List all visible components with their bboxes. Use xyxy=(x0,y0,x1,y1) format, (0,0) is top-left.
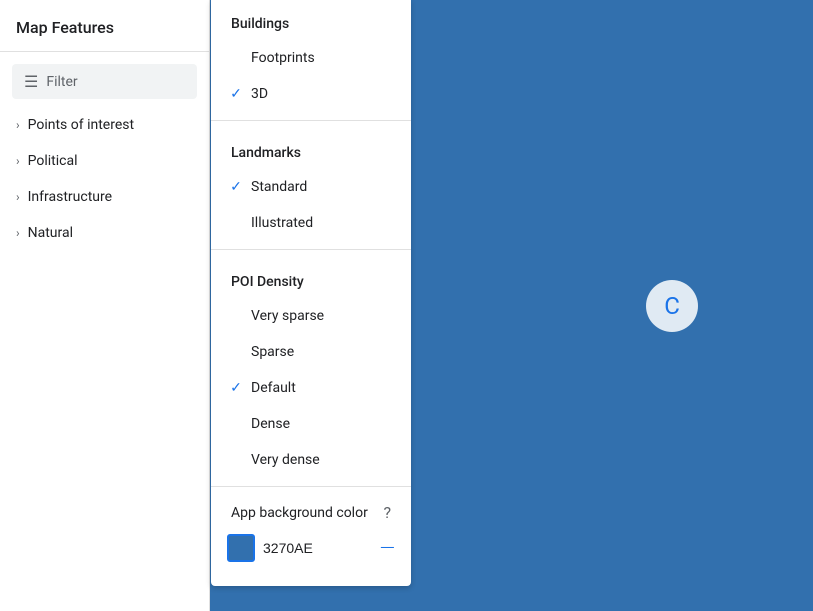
sidebar-title: Map Features xyxy=(0,0,209,52)
very-sparse-label: Very sparse xyxy=(251,308,324,324)
color-input[interactable] xyxy=(263,538,333,558)
filter-bar[interactable]: ☰ Filter xyxy=(12,64,197,99)
chevron-icon: › xyxy=(16,190,20,204)
buildings-header: Buildings xyxy=(211,0,411,40)
3d-item[interactable]: ✓ 3D xyxy=(211,76,411,112)
color-picker-row: — xyxy=(211,526,411,570)
dropdown-panel: Buildings Footprints ✓ 3D Landmarks ✓ St… xyxy=(211,0,411,586)
chevron-icon: › xyxy=(16,118,20,132)
color-swatch[interactable] xyxy=(227,534,255,562)
app-bg-color-label: App background color xyxy=(231,505,368,521)
sidebar-item-label: Infrastructure xyxy=(28,189,112,205)
filter-text: Filter xyxy=(46,74,77,90)
default-item[interactable]: ✓ Default xyxy=(211,370,411,406)
app-bg-color-row: App background color ? xyxy=(211,495,411,526)
standard-label: Standard xyxy=(251,179,307,195)
check-icon: ✓ xyxy=(227,379,245,397)
check-icon: ✓ xyxy=(227,85,245,103)
illustrated-item[interactable]: Illustrated xyxy=(211,205,411,241)
sparse-label: Sparse xyxy=(251,344,294,360)
sidebar-item-points-of-interest[interactable]: › Points of interest xyxy=(0,107,209,143)
chevron-icon: › xyxy=(16,226,20,240)
sparse-item[interactable]: Sparse xyxy=(211,334,411,370)
divider-3 xyxy=(211,486,411,487)
very-sparse-item[interactable]: Very sparse xyxy=(211,298,411,334)
landmarks-header: Landmarks xyxy=(211,129,411,169)
dense-label: Dense xyxy=(251,416,290,432)
3d-label: 3D xyxy=(251,86,268,102)
footprints-label: Footprints xyxy=(251,50,315,66)
very-dense-item[interactable]: Very dense xyxy=(211,442,411,478)
dense-item[interactable]: Dense xyxy=(211,406,411,442)
poi-density-header: POI Density xyxy=(211,258,411,298)
check-icon: ✓ xyxy=(227,178,245,196)
divider-2 xyxy=(211,249,411,250)
help-icon[interactable]: ? xyxy=(383,503,391,522)
loading-spinner: C xyxy=(646,280,698,332)
sidebar-item-label: Natural xyxy=(28,225,73,241)
spinner-icon: C xyxy=(664,292,680,320)
sidebar: Map Features ☰ Filter › Points of intere… xyxy=(0,0,210,611)
very-dense-label: Very dense xyxy=(251,452,320,468)
illustrated-label: Illustrated xyxy=(251,215,313,231)
sidebar-item-label: Political xyxy=(28,153,78,169)
filter-icon: ☰ xyxy=(24,72,38,91)
default-label: Default xyxy=(251,380,296,396)
standard-item[interactable]: ✓ Standard xyxy=(211,169,411,205)
sidebar-item-political[interactable]: › Political xyxy=(0,143,209,179)
sidebar-item-natural[interactable]: › Natural xyxy=(0,215,209,251)
sidebar-item-infrastructure[interactable]: › Infrastructure xyxy=(0,179,209,215)
remove-color-button[interactable]: — xyxy=(380,538,395,558)
footprints-item[interactable]: Footprints xyxy=(211,40,411,76)
chevron-icon: › xyxy=(16,154,20,168)
sidebar-item-label: Points of interest xyxy=(28,117,134,133)
divider-1 xyxy=(211,120,411,121)
